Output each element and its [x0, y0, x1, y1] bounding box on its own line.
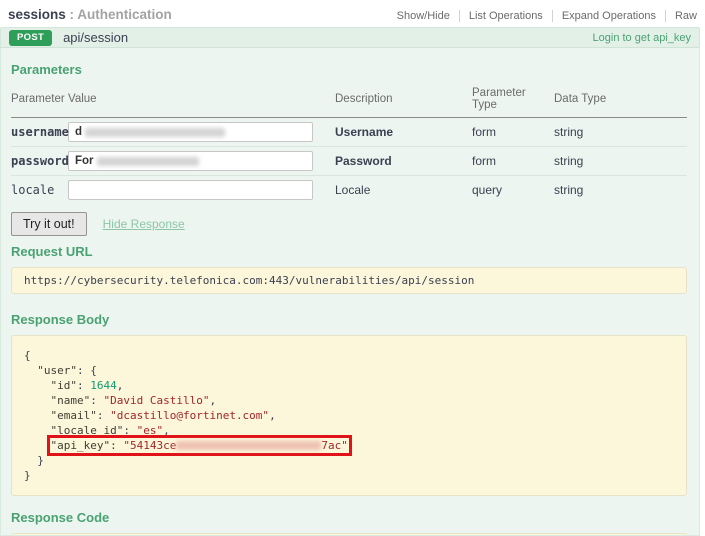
col-data-type: Data Type [554, 85, 687, 118]
username-input[interactable]: d [68, 122, 313, 142]
response-code-heading: Response Code [11, 510, 687, 525]
resource-links: Show/Hide List Operations Expand Operati… [388, 10, 699, 22]
param-desc-locale: Locale [335, 176, 472, 205]
parameters-table: Parameter Value Description Parameter Ty… [11, 85, 687, 204]
col-value: Value [68, 85, 335, 118]
param-type-username: form [472, 118, 554, 147]
operation-path[interactable]: api/session [63, 30, 128, 45]
col-description: Description [335, 85, 472, 118]
operation-panel: POST api/session Login to get api_key Pa… [0, 27, 700, 536]
param-row-username: username d Username form string [11, 118, 687, 147]
response-body-box: { "user": { "id": 1644, "name": "David C… [11, 335, 687, 496]
param-row-password: password For Password form string [11, 147, 687, 176]
col-parameter: Parameter [11, 85, 68, 118]
param-desc-username: Username [335, 118, 472, 147]
param-name-password: password [11, 147, 68, 176]
locale-input[interactable] [68, 180, 313, 200]
resource-name: sessions [8, 7, 66, 22]
api-key-value-redacted [176, 441, 321, 450]
request-url-heading: Request URL [11, 244, 687, 259]
param-row-locale: locale Locale query string [11, 176, 687, 205]
param-desc-password: Password [335, 147, 472, 176]
param-name-locale: locale [11, 176, 68, 205]
page-title: sessions : Authentication [8, 7, 172, 22]
data-type-username: string [554, 118, 687, 147]
try-it-out-button[interactable]: Try it out! [11, 212, 87, 236]
col-parameter-type: Parameter Type [472, 85, 554, 118]
operation-content: Parameters Parameter Value Description P… [0, 48, 700, 536]
request-url-value: https://cybersecurity.telefonica.com:443… [11, 267, 687, 294]
response-body-heading: Response Body [11, 312, 687, 327]
link-list-operations[interactable]: List Operations [459, 10, 552, 22]
password-input[interactable]: For [68, 151, 313, 171]
param-name-username: username [11, 118, 68, 147]
param-type-password: form [472, 147, 554, 176]
data-type-locale: string [554, 176, 687, 205]
api-key-highlight-box: "api_key": "54143ce7ac" [51, 439, 348, 452]
param-type-locale: query [472, 176, 554, 205]
method-badge[interactable]: POST [9, 30, 52, 46]
hide-response-link[interactable]: Hide Response [103, 217, 185, 231]
link-expand-operations[interactable]: Expand Operations [552, 10, 665, 22]
table-header-row: Parameter Value Description Parameter Ty… [11, 85, 687, 118]
link-show-hide[interactable]: Show/Hide [388, 10, 459, 22]
data-type-password: string [554, 147, 687, 176]
operation-header: POST api/session Login to get api_key [0, 27, 700, 48]
top-bar: sessions : Authentication Show/Hide List… [0, 0, 705, 27]
username-value-visible: d [75, 126, 82, 138]
password-value-visible: For [75, 155, 94, 167]
username-value-redacted [85, 128, 225, 137]
actions-row: Try it out! Hide Response [11, 212, 687, 236]
link-raw[interactable]: Raw [665, 10, 699, 22]
resource-description: Authentication [77, 7, 172, 22]
parameters-heading: Parameters [11, 62, 687, 77]
login-api-key-link[interactable]: Login to get api_key [593, 32, 691, 44]
password-value-redacted [97, 157, 199, 166]
